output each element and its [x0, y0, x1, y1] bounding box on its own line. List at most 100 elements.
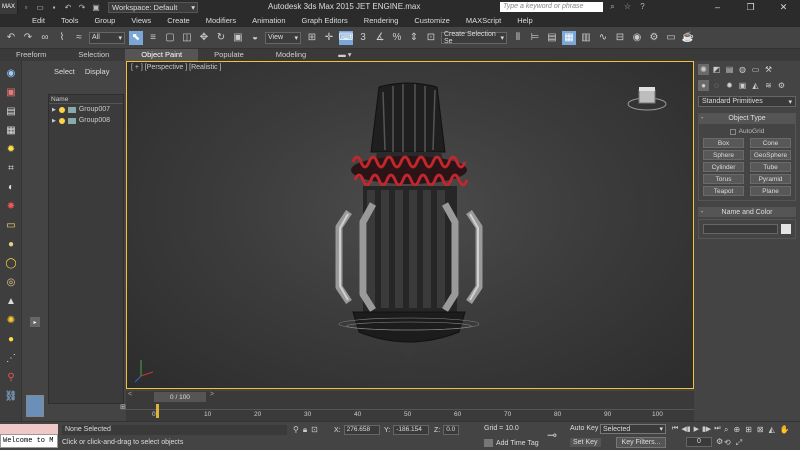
- utilities-panel-icon[interactable]: ⚒: [763, 64, 774, 75]
- display-geometry-icon[interactable]: ▤: [3, 104, 19, 118]
- percent-snap-icon[interactable]: %: [390, 31, 404, 45]
- motion-panel-icon[interactable]: ◍: [737, 64, 748, 75]
- bind-space-warp-icon[interactable]: ≈: [72, 31, 86, 45]
- geosphere-button[interactable]: GeoSphere: [750, 150, 791, 160]
- eye-icon[interactable]: ◉: [3, 66, 19, 80]
- orbit-icon[interactable]: ⟲: [724, 438, 731, 448]
- display-containers-icon[interactable]: ◎: [3, 275, 19, 289]
- new-icon[interactable]: ▫: [20, 1, 32, 13]
- object-color-swatch[interactable]: [781, 224, 791, 234]
- named-selection-dropdown[interactable]: Create Selection Se ▾: [441, 31, 507, 45]
- undo-icon[interactable]: ↶: [62, 1, 74, 13]
- display-space-warps-icon[interactable]: ✸: [3, 199, 19, 213]
- select-by-name-icon[interactable]: ≡: [146, 31, 160, 45]
- reference-coord-dropdown[interactable]: View ▾: [265, 31, 301, 44]
- current-frame-field[interactable]: 0: [686, 437, 712, 447]
- maxscript-listener-output[interactable]: [0, 424, 58, 434]
- space-warps-icon[interactable]: ≋: [763, 80, 774, 91]
- y-field[interactable]: -186.154: [393, 425, 430, 435]
- play-icon[interactable]: ▶: [694, 425, 699, 433]
- systems-icon[interactable]: ⚙: [776, 80, 787, 91]
- redo-icon[interactable]: ↷: [76, 1, 88, 13]
- menu-create[interactable]: Create: [159, 16, 198, 25]
- menu-animation[interactable]: Animation: [244, 16, 293, 25]
- restore-icon[interactable]: ❐: [734, 0, 767, 14]
- tab-selection[interactable]: Selection: [62, 49, 125, 61]
- open-icon[interactable]: ▭: [34, 1, 46, 13]
- select-object-icon[interactable]: ⬉: [129, 30, 143, 45]
- time-slider-handle[interactable]: 0 / 100: [154, 392, 206, 402]
- lights-icon[interactable]: ✹: [724, 80, 735, 91]
- menu-graph-editors[interactable]: Graph Editors: [294, 16, 356, 25]
- auto-key-button[interactable]: Auto Key: [570, 425, 598, 432]
- undo-icon[interactable]: ↶: [4, 31, 18, 45]
- sphere-button[interactable]: Sphere: [703, 150, 744, 160]
- display-objects-icon[interactable]: ▣: [3, 85, 19, 99]
- cone-button[interactable]: Cone: [750, 138, 791, 148]
- project-icon[interactable]: ▣: [90, 1, 102, 13]
- close-icon[interactable]: ✕: [767, 0, 800, 14]
- snaps-toggle-icon[interactable]: 3: [356, 31, 370, 45]
- helpers-icon[interactable]: ◭: [750, 80, 761, 91]
- menu-customize[interactable]: Customize: [406, 16, 457, 25]
- explorer-toggle-button[interactable]: [26, 395, 44, 417]
- plane-button[interactable]: Plane: [750, 186, 791, 196]
- unlink-icon[interactable]: ⌇: [55, 31, 69, 45]
- teapot-button[interactable]: Teapot: [703, 186, 744, 196]
- menu-edit[interactable]: Edit: [24, 16, 53, 25]
- display-cameras-icon[interactable]: ⌗: [3, 161, 19, 175]
- workspace-dropdown[interactable]: Workspace: Default ▾: [108, 1, 198, 13]
- go-to-start-icon[interactable]: ⏮: [672, 425, 678, 433]
- pan-icon[interactable]: ✋: [780, 425, 790, 435]
- minimize-icon[interactable]: –: [701, 0, 734, 14]
- ribbon-toggle-icon[interactable]: ▬ ▾: [322, 49, 367, 61]
- light-bulb-icon[interactable]: [58, 117, 65, 124]
- hierarchy-icon[interactable]: ⛓: [3, 389, 19, 403]
- menu-tools[interactable]: Tools: [53, 16, 87, 25]
- list-item[interactable]: ▶ Group007: [49, 104, 123, 115]
- viewcube-icon[interactable]: [627, 82, 667, 112]
- rendered-frame-window-icon[interactable]: ▭: [664, 31, 678, 45]
- current-frame-marker[interactable]: [156, 404, 159, 418]
- align-icon[interactable]: ⊨: [528, 31, 542, 45]
- absolute-mode-icon[interactable]: ⊡: [311, 425, 318, 435]
- torus-button[interactable]: Torus: [703, 174, 744, 184]
- next-frame-icon[interactable]: >: [210, 391, 214, 398]
- render-setup-icon[interactable]: ⚙: [647, 31, 661, 45]
- schematic-view-icon[interactable]: ⊟: [613, 31, 627, 45]
- material-editor-icon[interactable]: ◉: [630, 31, 644, 45]
- window-crossing-icon[interactable]: ◫: [180, 31, 194, 45]
- help-icon[interactable]: ?: [637, 1, 648, 12]
- zoom-extents-all-icon[interactable]: ⊠: [757, 425, 764, 435]
- menu-group[interactable]: Group: [86, 16, 123, 25]
- object-name-field[interactable]: [703, 224, 778, 234]
- zoom-extents-icon[interactable]: ⊞: [745, 425, 752, 435]
- explorer-menu-button[interactable]: ▸: [30, 317, 40, 327]
- track-bar[interactable]: ⊞ 0 10 20 30 40 50 60 70 80 90 100: [120, 403, 694, 421]
- display-panel-icon[interactable]: ▭: [750, 64, 761, 75]
- maximize-viewport-icon[interactable]: ⤢: [736, 438, 742, 448]
- list-item[interactable]: ▶ Group008: [49, 115, 123, 126]
- display-particles-icon[interactable]: ▲: [3, 294, 19, 308]
- cylinder-button[interactable]: Cylinder: [703, 162, 744, 172]
- spinner-snap-icon[interactable]: ⇕: [407, 31, 421, 45]
- display-xrefs-icon[interactable]: ●: [3, 237, 19, 251]
- zoom-all-icon[interactable]: ⊕: [733, 425, 740, 435]
- create-panel-icon[interactable]: ✺: [698, 64, 709, 75]
- checkbox-icon[interactable]: [729, 128, 736, 135]
- cameras-icon[interactable]: ▣: [737, 80, 748, 91]
- render-production-icon[interactable]: ☕: [681, 31, 695, 45]
- add-time-tag-button[interactable]: Add Time Tag: [484, 439, 539, 447]
- set-key-button[interactable]: Set Key: [570, 438, 601, 447]
- layer-explorer-icon[interactable]: ▤: [545, 31, 559, 45]
- app-logo-button[interactable]: MAX: [0, 0, 18, 14]
- link-icon[interactable]: ∞: [38, 31, 52, 45]
- tab-modeling[interactable]: Modeling: [260, 49, 322, 61]
- display-groups-icon[interactable]: ▭: [3, 218, 19, 232]
- display-frozen-icon[interactable]: ●: [3, 332, 19, 346]
- expand-arrow-icon[interactable]: ▶: [52, 107, 56, 113]
- display-shapes-icon[interactable]: ▦: [3, 123, 19, 137]
- time-config-icon[interactable]: ⚙: [716, 437, 723, 446]
- primitive-category-dropdown[interactable]: Standard Primitives ▾: [698, 96, 796, 107]
- autogrid-checkbox[interactable]: AutoGrid: [703, 128, 791, 135]
